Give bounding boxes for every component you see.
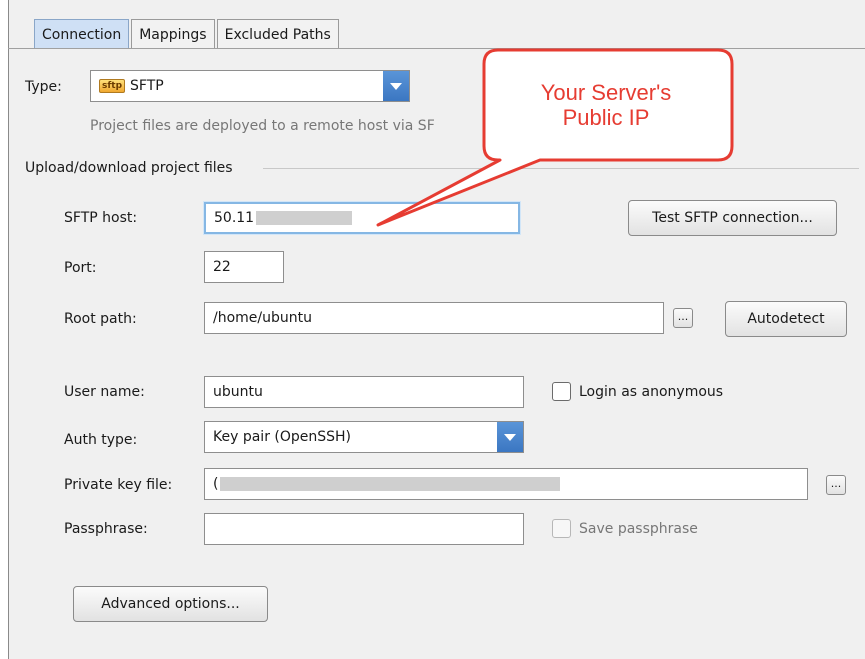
callout-annotation: [376, 48, 734, 227]
callout-bubble: [376, 48, 734, 227]
